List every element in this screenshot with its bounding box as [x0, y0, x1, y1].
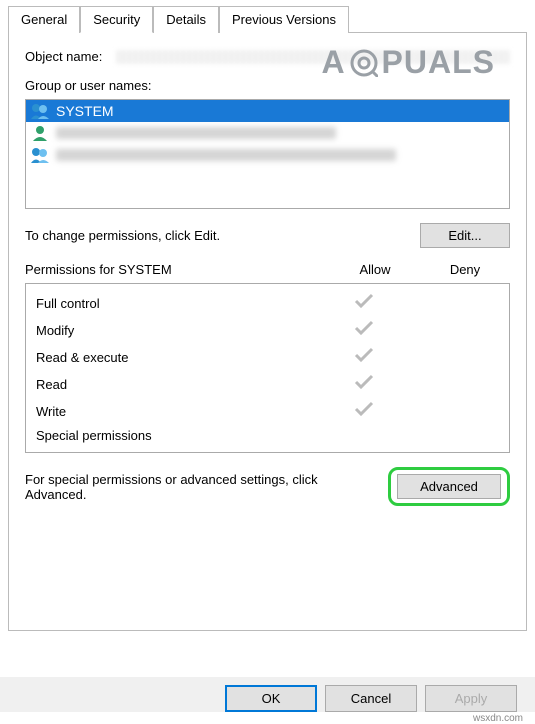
allow-check — [319, 374, 409, 395]
permission-label: Full control — [36, 296, 319, 311]
allow-check — [319, 347, 409, 368]
list-item-label: SYSTEM — [56, 103, 114, 119]
permission-row-full-control: Full control — [36, 290, 499, 317]
tab-details[interactable]: Details — [153, 6, 219, 33]
allow-column-header: Allow — [330, 262, 420, 277]
tab-bar: General Security Details Previous Versio… — [8, 6, 527, 33]
allow-check — [319, 293, 409, 314]
apply-button: Apply — [425, 685, 517, 712]
list-item-user[interactable] — [26, 122, 509, 144]
system-group-icon — [30, 102, 50, 120]
list-item-system[interactable]: SYSTEM — [26, 100, 509, 122]
permission-row-read: Read — [36, 371, 499, 398]
tab-general[interactable]: General — [8, 6, 80, 33]
permissions-header-row: Permissions for SYSTEM Allow Deny — [25, 262, 510, 277]
admin-group-icon — [30, 146, 50, 164]
permission-row-special: Special permissions — [36, 425, 499, 446]
checkmark-icon — [354, 374, 374, 390]
tab-previous-versions[interactable]: Previous Versions — [219, 6, 349, 33]
ok-button[interactable]: OK — [225, 685, 317, 712]
permission-label: Read & execute — [36, 350, 319, 365]
edit-permissions-text: To change permissions, click Edit. — [25, 228, 420, 243]
edit-permissions-row: To change permissions, click Edit. Edit.… — [25, 223, 510, 248]
list-item-admins[interactable] — [26, 144, 509, 166]
list-item-blurred-text — [56, 149, 396, 161]
object-name-value-blurred — [116, 50, 510, 64]
checkmark-icon — [354, 347, 374, 363]
permissions-listbox: Full control Modify Read & execute Read — [25, 283, 510, 453]
permission-label: Read — [36, 377, 319, 392]
list-item-blurred-text — [56, 127, 336, 139]
tab-security[interactable]: Security — [80, 6, 153, 33]
permission-label: Write — [36, 404, 319, 419]
cancel-button[interactable]: Cancel — [325, 685, 417, 712]
edit-button[interactable]: Edit... — [420, 223, 510, 248]
allow-check — [319, 401, 409, 422]
advanced-text: For special permissions or advanced sett… — [25, 472, 378, 502]
checkmark-icon — [354, 401, 374, 417]
allow-check — [319, 320, 409, 341]
permission-row-write: Write — [36, 398, 499, 425]
checkmark-icon — [354, 320, 374, 336]
advanced-row: For special permissions or advanced sett… — [25, 467, 510, 506]
permission-row-read-execute: Read & execute — [36, 344, 499, 371]
permission-label: Special permissions — [36, 428, 319, 443]
group-user-listbox[interactable]: SYSTEM — [25, 99, 510, 209]
checkmark-icon — [354, 293, 374, 309]
permission-label: Modify — [36, 323, 319, 338]
url-watermark: wsxdn.com — [473, 713, 523, 724]
deny-column-header: Deny — [420, 262, 510, 277]
advanced-highlight: Advanced — [388, 467, 510, 506]
advanced-button[interactable]: Advanced — [397, 474, 501, 499]
dialog-button-bar: OK Cancel Apply — [0, 677, 535, 712]
permissions-for-label: Permissions for SYSTEM — [25, 262, 330, 277]
object-name-label: Object name: — [25, 49, 102, 64]
single-user-icon — [30, 124, 50, 142]
security-panel: Object name: Group or user names: SYSTEM — [8, 33, 527, 631]
group-names-label: Group or user names: — [25, 78, 510, 93]
object-name-row: Object name: — [25, 49, 510, 64]
permission-row-modify: Modify — [36, 317, 499, 344]
